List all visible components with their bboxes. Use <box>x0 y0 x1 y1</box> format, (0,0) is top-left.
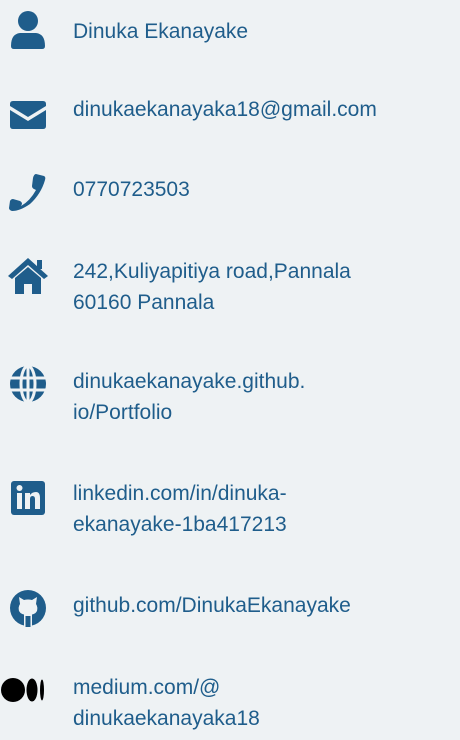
envelope-icon <box>8 94 48 134</box>
linkedin-line-1: linkedin.com/in/dinuka- <box>73 482 287 505</box>
phone-icon <box>8 172 48 212</box>
contact-phone[interactable]: 0770723503 <box>73 174 458 205</box>
address-line-1: 242,Kuliyapitiya road,Pannala <box>73 260 351 283</box>
contact-github[interactable]: github.com/DinukaEkanayake <box>73 590 458 621</box>
home-icon <box>8 256 48 296</box>
medium-line-1: medium.com/@ <box>73 676 221 699</box>
contact-address: 242,Kuliyapitiya road,Pannala 60160 Pann… <box>73 256 458 318</box>
medium-icon <box>0 670 64 710</box>
contact-panel: Dinuka Ekanayake dinukaekanayaka18@gmail… <box>0 0 460 740</box>
user-icon <box>8 10 48 50</box>
github-icon <box>8 588 48 628</box>
linkedin-icon <box>8 478 48 518</box>
contact-name: Dinuka Ekanayake <box>73 20 249 43</box>
address-line-2: 60160 Pannala <box>73 291 215 314</box>
globe-icon <box>8 364 48 404</box>
contact-medium[interactable]: medium.com/@ dinukaekanayaka18 <box>73 672 458 734</box>
website-line-2: io/Portfolio <box>73 401 173 424</box>
contact-linkedin[interactable]: linkedin.com/in/dinuka- ekanayake-1ba417… <box>73 478 458 540</box>
contact-website[interactable]: dinukaekanayake.github. io/Portfolio <box>73 366 458 428</box>
website-line-1: dinukaekanayake.github. <box>73 370 306 393</box>
linkedin-line-2: ekanayake-1ba417213 <box>73 513 287 536</box>
medium-line-2: dinukaekanayaka18 <box>73 707 260 730</box>
contact-email[interactable]: dinukaekanayaka18@gmail.com <box>73 94 458 125</box>
